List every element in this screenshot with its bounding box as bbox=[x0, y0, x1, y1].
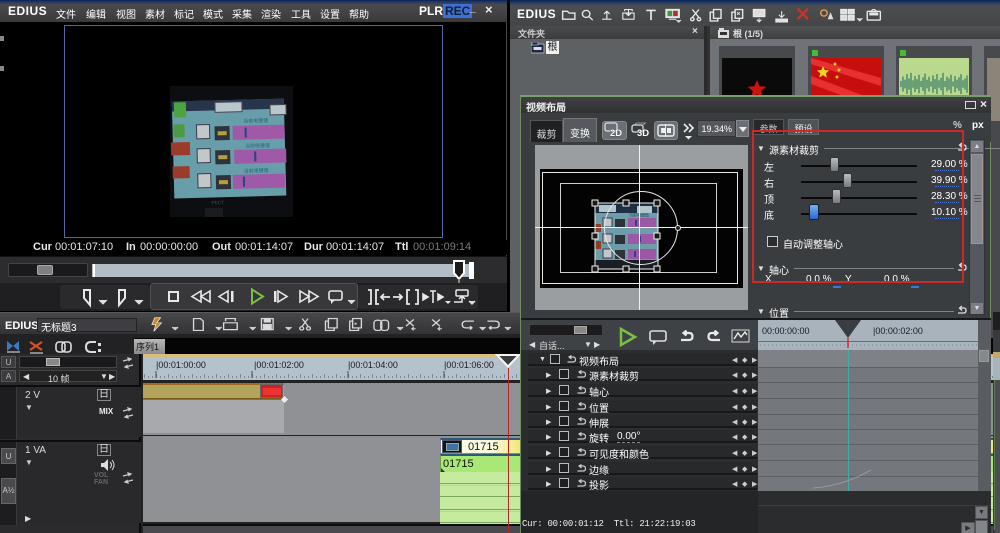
svg-text:3D: 3D bbox=[637, 128, 649, 139]
svg-text:2D: 2D bbox=[610, 128, 622, 139]
